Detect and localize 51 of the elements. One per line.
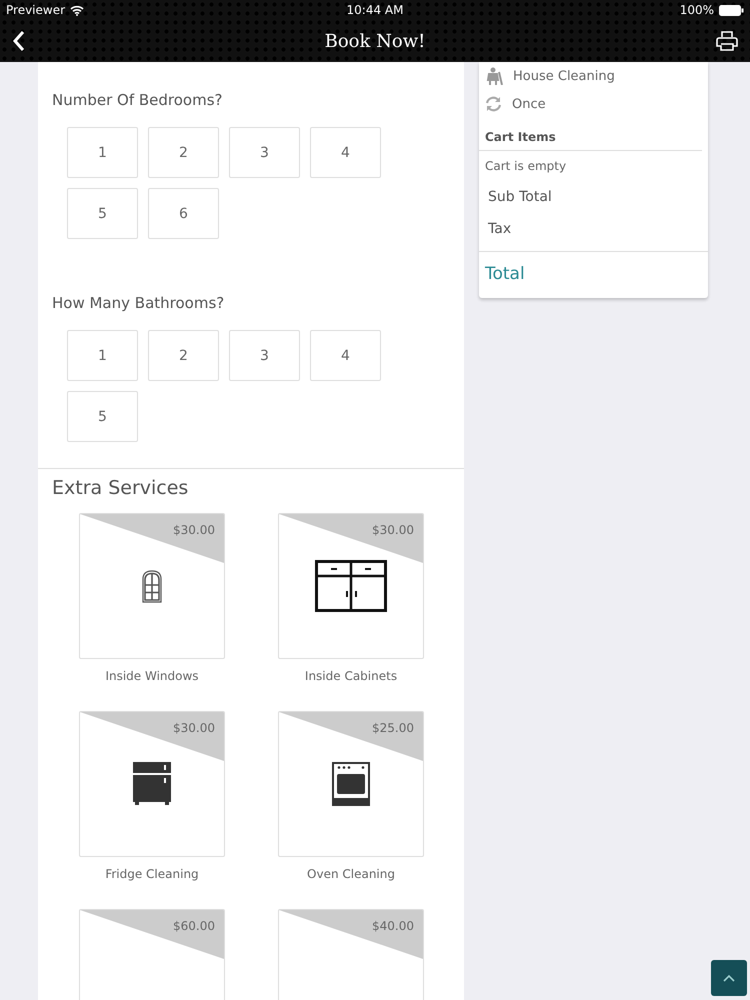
- service-card[interactable]: $25.00: [278, 711, 424, 857]
- option-button[interactable]: 6: [148, 188, 219, 239]
- service-card[interactable]: $30.00: [79, 711, 225, 857]
- empty-cart-message: Cart is empty: [485, 159, 566, 173]
- option-button[interactable]: 3: [229, 127, 300, 178]
- total-label: Total: [485, 264, 525, 284]
- tax-label: Tax: [488, 221, 512, 237]
- service-price: $30.00: [173, 523, 215, 537]
- carrier-name: Previewer: [6, 3, 66, 17]
- battery-percent: 100%: [680, 3, 714, 17]
- option-button[interactable]: 1: [67, 127, 138, 178]
- frequency-label: Once: [512, 96, 546, 112]
- arched-window-icon: [142, 570, 162, 602]
- page-title: Book Now!: [324, 30, 426, 52]
- service-label: House Cleaning: [513, 68, 615, 84]
- section-title: Extra Services: [52, 477, 190, 499]
- sub-total-label: Sub Total: [488, 189, 552, 205]
- service-price: $60.00: [173, 919, 215, 933]
- wifi-icon: [70, 4, 84, 16]
- service-name: Fridge Cleaning: [105, 867, 199, 881]
- option-button[interactable]: 2: [148, 330, 219, 381]
- clock-time: 10:44 AM: [346, 3, 404, 17]
- service-name: Oven Cleaning: [307, 867, 395, 881]
- option-button[interactable]: 5: [67, 391, 138, 442]
- option-button[interactable]: 5: [67, 188, 138, 239]
- service-price: $25.00: [372, 721, 414, 735]
- caret-up-icon: [723, 974, 735, 982]
- service-price: $40.00: [372, 919, 414, 933]
- service-price: $30.00: [173, 721, 215, 735]
- option-button[interactable]: 1: [67, 330, 138, 381]
- printer-button[interactable]: [716, 30, 738, 52]
- service-name: Inside Cabinets: [304, 669, 398, 683]
- option-button[interactable]: 4: [310, 127, 381, 178]
- refresh-icon: [485, 96, 502, 112]
- cleaner-figure-icon: [485, 67, 503, 85]
- option-button[interactable]: 2: [148, 127, 219, 178]
- scroll-top-button[interactable]: [711, 960, 747, 996]
- service-card[interactable]: $30.00: [79, 513, 225, 659]
- battery-icon: [719, 4, 744, 16]
- service-card[interactable]: $30.00: [278, 513, 424, 659]
- option-button[interactable]: 4: [310, 330, 381, 381]
- service-name: Inside Windows: [105, 669, 199, 683]
- question-label: How Many Bathrooms?: [52, 294, 224, 312]
- fridge-icon: [133, 762, 171, 806]
- question-label: Number Of Bedrooms?: [52, 91, 223, 109]
- oven-icon: [332, 762, 370, 806]
- service-price: $30.00: [372, 523, 414, 537]
- option-button[interactable]: 3: [229, 330, 300, 381]
- back-button[interactable]: [12, 30, 26, 52]
- cabinet-icon: [315, 560, 387, 612]
- cart-heading: Cart Items: [485, 130, 556, 144]
